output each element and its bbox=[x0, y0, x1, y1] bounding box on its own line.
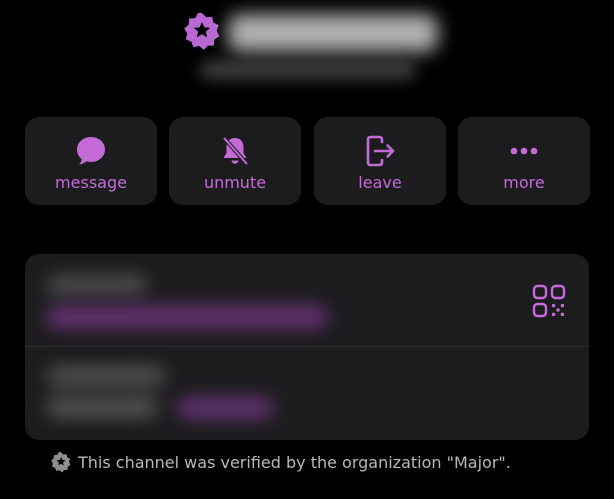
more-button-label: more bbox=[503, 173, 545, 192]
channel-header bbox=[0, 0, 614, 100]
channel-title-redacted bbox=[228, 14, 438, 52]
verified-star-small-icon bbox=[51, 452, 71, 473]
description-text-redacted bbox=[47, 396, 157, 418]
info-divider bbox=[25, 346, 589, 347]
verified-star-badge-icon bbox=[184, 13, 220, 50]
channel-link-redacted[interactable] bbox=[47, 306, 327, 328]
verification-note: This channel was verified by the organiz… bbox=[50, 450, 590, 474]
more-button[interactable]: more bbox=[458, 117, 590, 205]
leave-button-label: leave bbox=[358, 173, 402, 192]
ellipsis-icon bbox=[510, 147, 538, 155]
action-button-row: message unmute leave more bbox=[25, 117, 590, 205]
description-link-redacted[interactable] bbox=[177, 398, 273, 418]
link-title-redacted bbox=[47, 276, 147, 294]
channel-subtitle-redacted bbox=[200, 62, 416, 78]
unmute-button[interactable]: unmute bbox=[169, 117, 301, 205]
description-title-redacted bbox=[47, 366, 165, 386]
verification-note-text: This channel was verified by the organiz… bbox=[78, 452, 511, 472]
unmute-button-label: unmute bbox=[203, 173, 267, 192]
bell-slash-icon bbox=[222, 136, 249, 166]
message-button-label: message bbox=[55, 173, 127, 192]
leave-button[interactable]: leave bbox=[314, 117, 446, 205]
message-button[interactable]: message bbox=[25, 117, 157, 205]
exit-icon bbox=[366, 135, 395, 167]
qr-code-icon[interactable] bbox=[532, 284, 566, 318]
chat-bubble-icon bbox=[77, 137, 105, 165]
channel-info-card bbox=[25, 254, 589, 440]
